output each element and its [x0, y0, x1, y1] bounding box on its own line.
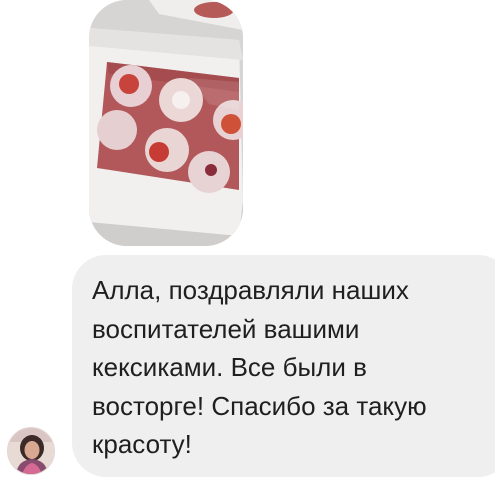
message-text: Алла, поздравляли наших воспитателей ваш… [92, 275, 427, 459]
user-avatar-photo [8, 428, 54, 474]
message-bubble[interactable]: Алла, поздравляли наших воспитателей ваш… [72, 255, 495, 477]
sender-avatar[interactable] [7, 427, 55, 475]
chat-thread: Алла, поздравляли наших воспитателей ваш… [0, 0, 495, 480]
photo-message[interactable] [89, 0, 243, 246]
cupcake-box-photo [89, 0, 243, 246]
